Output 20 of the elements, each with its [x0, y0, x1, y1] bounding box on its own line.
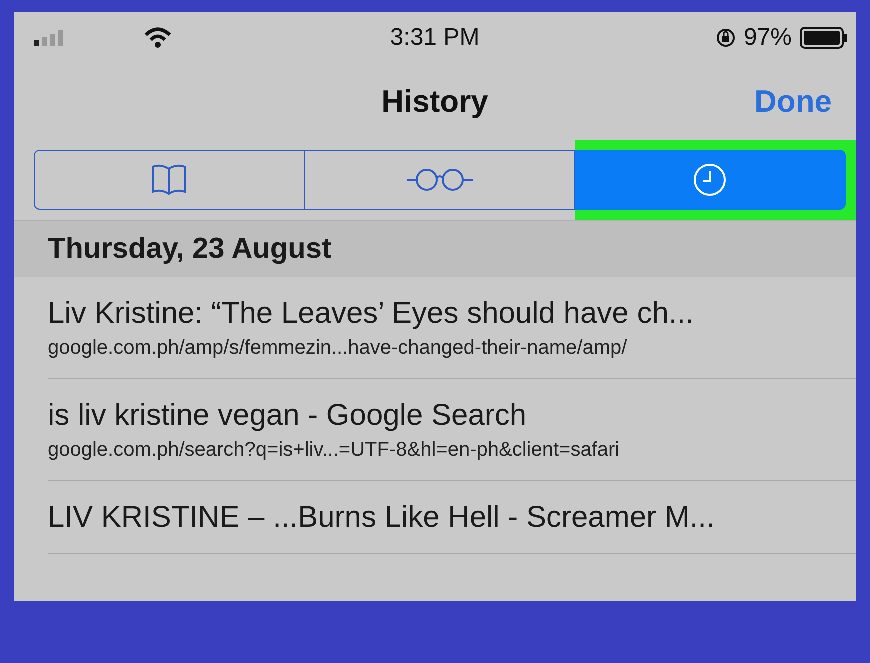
history-item[interactable]: Liv Kristine: “The Leaves’ Eyes should have ch... google.com.ph/amp/s/femmezin...have-changed-their-name/amp/ — [48, 277, 856, 379]
clock-icon — [692, 162, 728, 198]
history-item[interactable]: LIV KRISTINE – ...Burns Like Hell - Screamer M... — [48, 481, 856, 554]
item-title: Liv Kristine: “The Leaves’ Eyes should have ch... — [48, 297, 695, 331]
segment-tab[interactable] — [34, 150, 305, 210]
battery-percentage: 97% — [744, 24, 792, 52]
rotation-lock-icon — [716, 28, 736, 48]
item-title: LIV KRISTINE – ...Burns Like Hell - Screamer M... — [48, 501, 716, 535]
signal-icon — [34, 30, 64, 46]
page-title: History — [382, 84, 488, 120]
segment-tab[interactable] — [304, 150, 576, 210]
battery-icon — [800, 27, 848, 49]
history-item[interactable]: is liv kristine vegan - Google Search google.com.ph/search?q=is+liv...=UTF-8&hl=en-ph&client=safari — [48, 379, 856, 481]
item-url: google.com.ph/amp/s/femmezin...have-changed-their-name/amp/ — [48, 337, 628, 360]
item-url: google.com.ph/search?q=is+liv...=UTF-8&hl=en-ph&client=safari — [48, 439, 621, 462]
wifi-icon — [144, 27, 172, 49]
status-time: 3:31 PM — [390, 24, 480, 52]
item-title: is liv kristine vegan - Google Search — [48, 399, 528, 433]
book-icon — [151, 164, 188, 196]
section-header: Thursday, 23 August — [48, 232, 332, 266]
